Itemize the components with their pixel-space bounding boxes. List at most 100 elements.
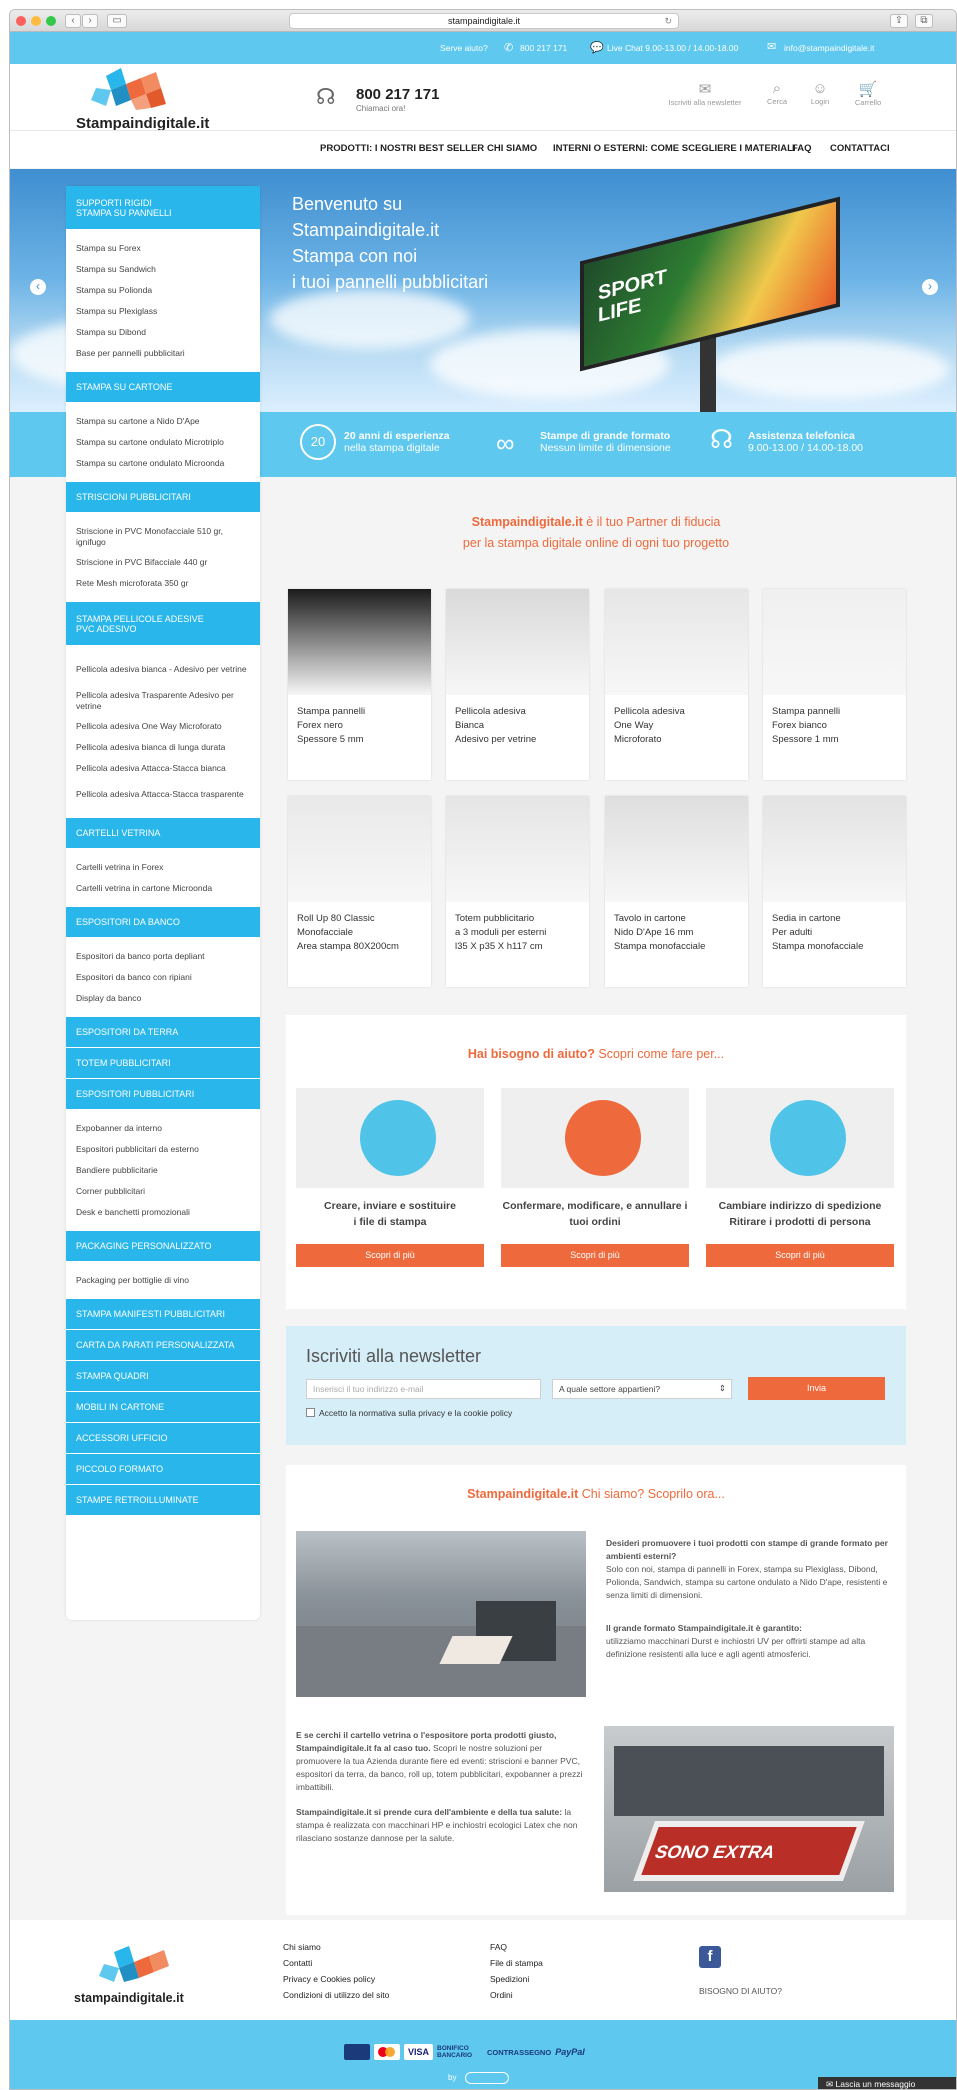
sector-select[interactable]: A quale settore appartieni? ⇕ bbox=[552, 1379, 732, 1399]
sidebar-item[interactable]: Stampa su cartone ondulato Microonda bbox=[66, 453, 260, 474]
topbar-phone[interactable]: 800 217 171 bbox=[520, 43, 567, 53]
sidebar-item[interactable]: Stampa su Plexiglass bbox=[66, 301, 260, 322]
sidebar-item[interactable]: Cartelli vetrina in cartone Microonda bbox=[66, 878, 260, 899]
newsletter-submit-button[interactable]: Invia bbox=[748, 1377, 885, 1400]
sidebar-item[interactable]: Desk e banchetti promozionali bbox=[66, 1202, 260, 1223]
sidebar-item[interactable]: Stampa su Polionda bbox=[66, 280, 260, 301]
sidebar-category-12[interactable]: STAMPA QUADRI bbox=[66, 1361, 260, 1392]
newsletter-email-input[interactable]: Inserisci il tuo indirizzo e-mail bbox=[306, 1379, 541, 1399]
sidebar-item[interactable]: Stampa su cartone a Nido D'Ape bbox=[66, 411, 260, 432]
help-more-button[interactable]: Scopri di più bbox=[706, 1244, 894, 1267]
share-icon[interactable]: ⇪ bbox=[890, 14, 908, 28]
email-link[interactable]: info@stampaindigitale.it bbox=[784, 43, 874, 53]
product-card[interactable]: Roll Up 80 Classic Monofacciale Area sta… bbox=[288, 796, 431, 987]
footer-link[interactable]: Privacy e Cookies policy bbox=[283, 1974, 375, 1984]
product-card[interactable]: Totem pubblicitario a 3 moduli per ester… bbox=[446, 796, 589, 987]
site-logo[interactable]: Stampaindigitale.it bbox=[76, 66, 209, 132]
menu-item-contattaci[interactable]: CONTATTACI bbox=[830, 143, 890, 154]
slider-next-button[interactable]: › bbox=[922, 279, 938, 295]
sidebar-item[interactable]: Pellicola adesiva bianca di lunga durata bbox=[66, 737, 260, 758]
sidebar-category-13[interactable]: MOBILI IN CARTONE bbox=[66, 1392, 260, 1423]
minimize-window-button[interactable] bbox=[31, 16, 41, 26]
sidebar-item[interactable]: Rete Mesh microforata 350 gr bbox=[66, 573, 260, 594]
header-phone[interactable]: 800 217 171 bbox=[356, 86, 439, 103]
sidebar-item[interactable]: Packaging per bottiglie di vino bbox=[66, 1270, 260, 1291]
zoom-window-button[interactable] bbox=[46, 16, 56, 26]
sidebar-item[interactable]: Stampa su cartone ondulato Microtriplo bbox=[66, 432, 260, 453]
product-card[interactable]: Stampa pannelli Forex bianco Spessore 1 … bbox=[763, 589, 906, 780]
sidebar-category-10[interactable]: STAMPA MANIFESTI PUBBLICITARI bbox=[66, 1299, 260, 1330]
footer-logo[interactable]: stampaindigitale.it bbox=[74, 1942, 204, 2005]
sidebar-item[interactable]: Cartelli vetrina in Forex bbox=[66, 857, 260, 878]
sidebar-item[interactable]: Pellicola adesiva Trasparente Adesivo pe… bbox=[66, 685, 260, 716]
sidebar-item[interactable]: Corner pubblicitari bbox=[66, 1181, 260, 1202]
help-more-button[interactable]: Scopri di più bbox=[296, 1244, 484, 1267]
slider-prev-button[interactable]: ‹ bbox=[30, 279, 46, 295]
agency-logo[interactable] bbox=[464, 2072, 509, 2084]
product-card[interactable]: Pellicola adesiva One Way Microforato bbox=[605, 589, 748, 780]
sidebar-category-1[interactable]: STAMPA SU CARTONE bbox=[66, 372, 260, 403]
sidebar-item[interactable]: Base per pannelli pubblicitari bbox=[66, 343, 260, 364]
product-card[interactable]: Pellicola adesiva Bianca Adesivo per vet… bbox=[446, 589, 589, 780]
sidebar-category-5[interactable]: ESPOSITORI DA BANCO bbox=[66, 907, 260, 938]
live-chat-link[interactable]: Live Chat 9.00-13.00 / 14.00-18.00 bbox=[607, 43, 738, 53]
sidebar-category-6[interactable]: ESPOSITORI DA TERRA bbox=[66, 1017, 260, 1048]
product-card[interactable]: Stampa pannelli Forex nero Spessore 5 mm bbox=[288, 589, 431, 780]
forward-button[interactable]: › bbox=[82, 14, 98, 28]
sidebar-item[interactable]: Striscione in PVC Bifacciale 440 gr bbox=[66, 552, 260, 573]
search-header-link[interactable]: ⌕ Cerca bbox=[762, 80, 792, 106]
sidebar-item[interactable]: Striscione in PVC Monofacciale 510 gr, i… bbox=[66, 521, 260, 552]
sidebar-item[interactable]: Espositori da banco porta depliant bbox=[66, 946, 260, 967]
sidebar-item[interactable]: Bandiere pubblicitarie bbox=[66, 1160, 260, 1181]
footer-link[interactable]: Spedizioni bbox=[490, 1974, 529, 1984]
sidebar-category-16[interactable]: STAMPE RETROILLUMINATE bbox=[66, 1485, 260, 1516]
sidebar-item[interactable]: Expobanner da interno bbox=[66, 1118, 260, 1139]
facebook-icon[interactable]: f bbox=[699, 1946, 721, 1968]
sidebar-item[interactable]: Pellicola adesiva Attacca-Stacca traspar… bbox=[66, 779, 260, 810]
footer-link[interactable]: Condizioni di utilizzo del sito bbox=[283, 1990, 389, 2000]
leave-message-tab[interactable]: ✉ Lascia un messaggio bbox=[818, 2077, 956, 2089]
menu-item-chi-siamo[interactable]: CHI SIAMO bbox=[487, 143, 537, 154]
footer-help[interactable]: BISOGNO DI AIUTO? bbox=[699, 1986, 782, 1996]
sidebar-category-11[interactable]: CARTA DA PARATI PERSONALIZZATA bbox=[66, 1330, 260, 1361]
sidebar-item[interactable]: Pellicola adesiva Attacca-Stacca bianca bbox=[66, 758, 260, 779]
back-button[interactable]: ‹ bbox=[65, 14, 81, 28]
product-card[interactable]: Tavolo in cartone Nido D'Ape 16 mm Stamp… bbox=[605, 796, 748, 987]
menu-item-faq[interactable]: FAQ bbox=[792, 143, 812, 154]
sidebar-toggle-icon[interactable]: ▭ bbox=[107, 14, 127, 28]
footer-link[interactable]: File di stampa bbox=[490, 1958, 543, 1968]
sidebar-item[interactable]: Stampa su Forex bbox=[66, 238, 260, 259]
sidebar-category-3[interactable]: STAMPA PELLICOLE ADESIVE PVC ADESIVO bbox=[66, 602, 260, 646]
sidebar-category-14[interactable]: ACCESSORI UFFICIO bbox=[66, 1423, 260, 1454]
sidebar-category-0[interactable]: SUPPORTI RIGIDI STAMPA SU PANNELLI bbox=[66, 186, 260, 230]
footer-link[interactable]: FAQ bbox=[490, 1942, 507, 1952]
privacy-consent[interactable]: Accetto la normativa sulla privacy e la … bbox=[306, 1408, 512, 1418]
sidebar-item[interactable]: Espositori da banco con ripiani bbox=[66, 967, 260, 988]
cart-header-link[interactable]: 🛒 Carrello bbox=[848, 80, 888, 107]
footer-link[interactable]: Ordini bbox=[490, 1990, 513, 2000]
reload-icon[interactable]: ↻ bbox=[664, 14, 672, 29]
product-card[interactable]: Sedia in cartone Per adulti Stampa monof… bbox=[763, 796, 906, 987]
sidebar-item[interactable]: Display da banco bbox=[66, 988, 260, 1009]
footer-link[interactable]: Chi siamo bbox=[283, 1942, 321, 1952]
sidebar-item[interactable]: Stampa su Sandwich bbox=[66, 259, 260, 280]
sidebar-item[interactable]: Pellicola adesiva bianca - Adesivo per v… bbox=[66, 654, 260, 685]
help-more-button[interactable]: Scopri di più bbox=[501, 1244, 689, 1267]
sidebar-item[interactable]: Espositori pubblicitari da esterno bbox=[66, 1139, 260, 1160]
tabs-icon[interactable]: ⧉ bbox=[915, 14, 933, 28]
sidebar-category-15[interactable]: PICCOLO FORMATO bbox=[66, 1454, 260, 1485]
sidebar-category-7[interactable]: TOTEM PUBBLICITARI bbox=[66, 1048, 260, 1079]
privacy-checkbox[interactable] bbox=[306, 1408, 315, 1417]
sidebar-category-8[interactable]: ESPOSITORI PUBBLICITARI bbox=[66, 1079, 260, 1110]
newsletter-header-link[interactable]: ✉ Iscriviti alla newsletter bbox=[655, 80, 755, 107]
footer-link[interactable]: Contatti bbox=[283, 1958, 312, 1968]
sidebar-category-2[interactable]: STRISCIONI PUBBLICITARI bbox=[66, 482, 260, 513]
close-window-button[interactable] bbox=[16, 16, 26, 26]
sidebar-category-4[interactable]: CARTELLI VETRINA bbox=[66, 818, 260, 849]
sidebar-item[interactable]: Stampa su Dibond bbox=[66, 322, 260, 343]
sidebar-item[interactable]: Pellicola adesiva One Way Microforato bbox=[66, 716, 260, 737]
sidebar-category-9[interactable]: PACKAGING PERSONALIZZATO bbox=[66, 1231, 260, 1262]
address-bar[interactable]: stampaindigitale.it ↻ bbox=[289, 13, 679, 29]
login-header-link[interactable]: ☺ Login bbox=[805, 80, 835, 106]
menu-item-materiali[interactable]: INTERNI O ESTERNI: COME SCEGLIERE I MATE… bbox=[553, 143, 796, 154]
